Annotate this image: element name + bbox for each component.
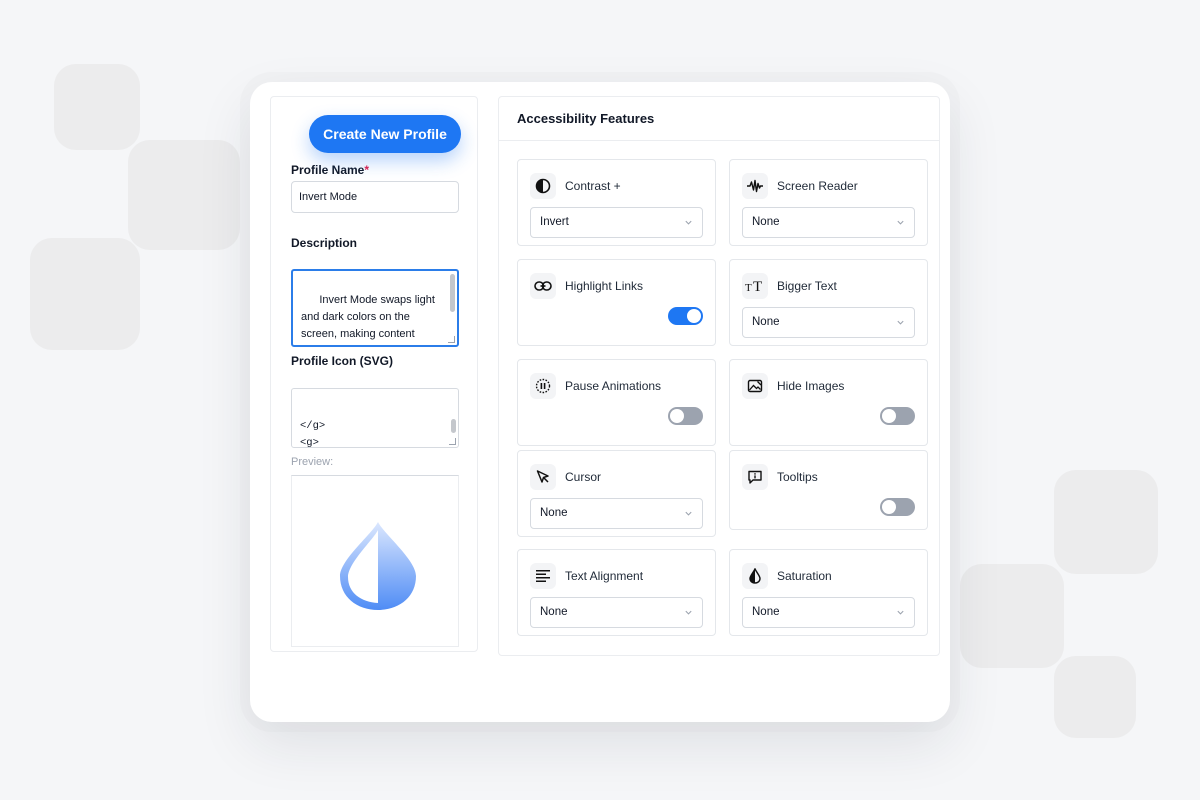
feature-title: Pause Animations: [565, 379, 662, 393]
feature-title: Highlight Links: [565, 279, 644, 293]
highlight-links-toggle[interactable]: [668, 307, 703, 325]
profile-form-panel: Profile Name* Description Invert Mode sw…: [270, 96, 478, 652]
preview-box: [291, 475, 459, 647]
profile-icon-textarea[interactable]: </g> <g> </g> </svg>: [291, 388, 459, 448]
preview-label: Preview:: [291, 456, 334, 468]
text-size-icon: TT: [742, 273, 768, 299]
waveform-icon: [742, 173, 768, 199]
feature-title: Cursor: [565, 470, 602, 484]
features-header: Accessibility Features: [499, 97, 939, 141]
chevron-down-icon: [685, 511, 692, 516]
drop-icon: [742, 563, 768, 589]
align-left-icon: [530, 563, 556, 589]
feature-text-alignment: Text Alignment None: [517, 549, 716, 636]
pause-animations-toggle[interactable]: [668, 407, 703, 425]
required-mark: *: [364, 163, 370, 177]
description-text: Invert Mode swaps light and dark colors …: [301, 294, 435, 340]
feature-bigger-text: TT Bigger Text None: [729, 259, 928, 346]
tooltips-toggle[interactable]: [880, 498, 915, 516]
background-tile: [128, 140, 240, 250]
select-value: None: [540, 507, 568, 519]
select-value: Invert: [540, 216, 569, 228]
select-value: None: [752, 606, 780, 618]
profile-name-label-text: Profile Name: [291, 163, 365, 177]
accessibility-features-panel: Accessibility Features Contrast + Invert…: [498, 96, 940, 656]
feature-hide-images: Hide Images: [729, 359, 928, 446]
chevron-down-icon: [685, 220, 692, 225]
chevron-down-icon: [897, 320, 904, 325]
feature-title: Contrast +: [565, 179, 621, 193]
feature-tooltips: Tooltips: [729, 450, 928, 530]
select-value: None: [540, 606, 568, 618]
create-new-profile-button[interactable]: Create New Profile: [309, 115, 461, 153]
feature-title: Tooltips: [777, 470, 818, 484]
hide-images-toggle[interactable]: [880, 407, 915, 425]
profile-icon-code: </g> <g> </g> </svg>: [300, 420, 326, 448]
text-alignment-select[interactable]: None: [530, 597, 703, 628]
feature-title: Saturation: [777, 569, 832, 583]
feature-saturation: Saturation None: [729, 549, 928, 636]
feature-cursor: Cursor None: [517, 450, 716, 537]
bigger-text-select[interactable]: None: [742, 307, 915, 338]
contrast-icon: [530, 173, 556, 199]
cursor-select[interactable]: None: [530, 498, 703, 529]
link-icon: [530, 273, 556, 299]
chevron-down-icon: [897, 220, 904, 225]
saturation-select[interactable]: None: [742, 597, 915, 628]
feature-contrast: Contrast + Invert: [517, 159, 716, 246]
feature-title: Screen Reader: [777, 179, 858, 193]
background-tile: [30, 238, 140, 350]
background-tile: [960, 564, 1064, 668]
background-tile: [54, 64, 140, 150]
icon-code-scrollbar[interactable]: [451, 419, 456, 433]
select-value: None: [752, 216, 780, 228]
resize-handle[interactable]: [449, 438, 456, 445]
feature-screen-reader: Screen Reader None: [729, 159, 928, 246]
hide-image-icon: [742, 373, 768, 399]
tooltip-icon: [742, 464, 768, 490]
chevron-down-icon: [685, 610, 692, 615]
pause-circle-icon: [530, 373, 556, 399]
feature-title: Text Alignment: [565, 569, 644, 583]
description-label: Description: [291, 236, 358, 250]
chevron-down-icon: [897, 610, 904, 615]
svg-text:T: T: [753, 279, 762, 293]
profile-name-input[interactable]: [291, 181, 459, 213]
contrast-select[interactable]: Invert: [530, 207, 703, 238]
feature-title: Bigger Text: [777, 279, 837, 293]
feature-highlight-links: Highlight Links: [517, 259, 716, 346]
profile-name-label: Profile Name*: [291, 163, 369, 177]
screen-reader-select[interactable]: None: [742, 207, 915, 238]
description-textarea[interactable]: Invert Mode swaps light and dark colors …: [291, 269, 459, 347]
app-window: Profile Name* Description Invert Mode sw…: [250, 82, 950, 722]
feature-title: Hide Images: [777, 379, 845, 393]
background-tile: [1054, 470, 1158, 574]
background-tile: [1054, 656, 1136, 738]
select-value: None: [752, 316, 780, 328]
profile-icon-label: Profile Icon (SVG): [291, 354, 394, 368]
svg-text:T: T: [745, 282, 752, 293]
feature-pause-animations: Pause Animations: [517, 359, 716, 446]
drop-half-icon: [340, 522, 416, 610]
description-scrollbar[interactable]: [450, 274, 455, 312]
cursor-icon: [530, 464, 556, 490]
resize-handle[interactable]: [448, 336, 455, 343]
